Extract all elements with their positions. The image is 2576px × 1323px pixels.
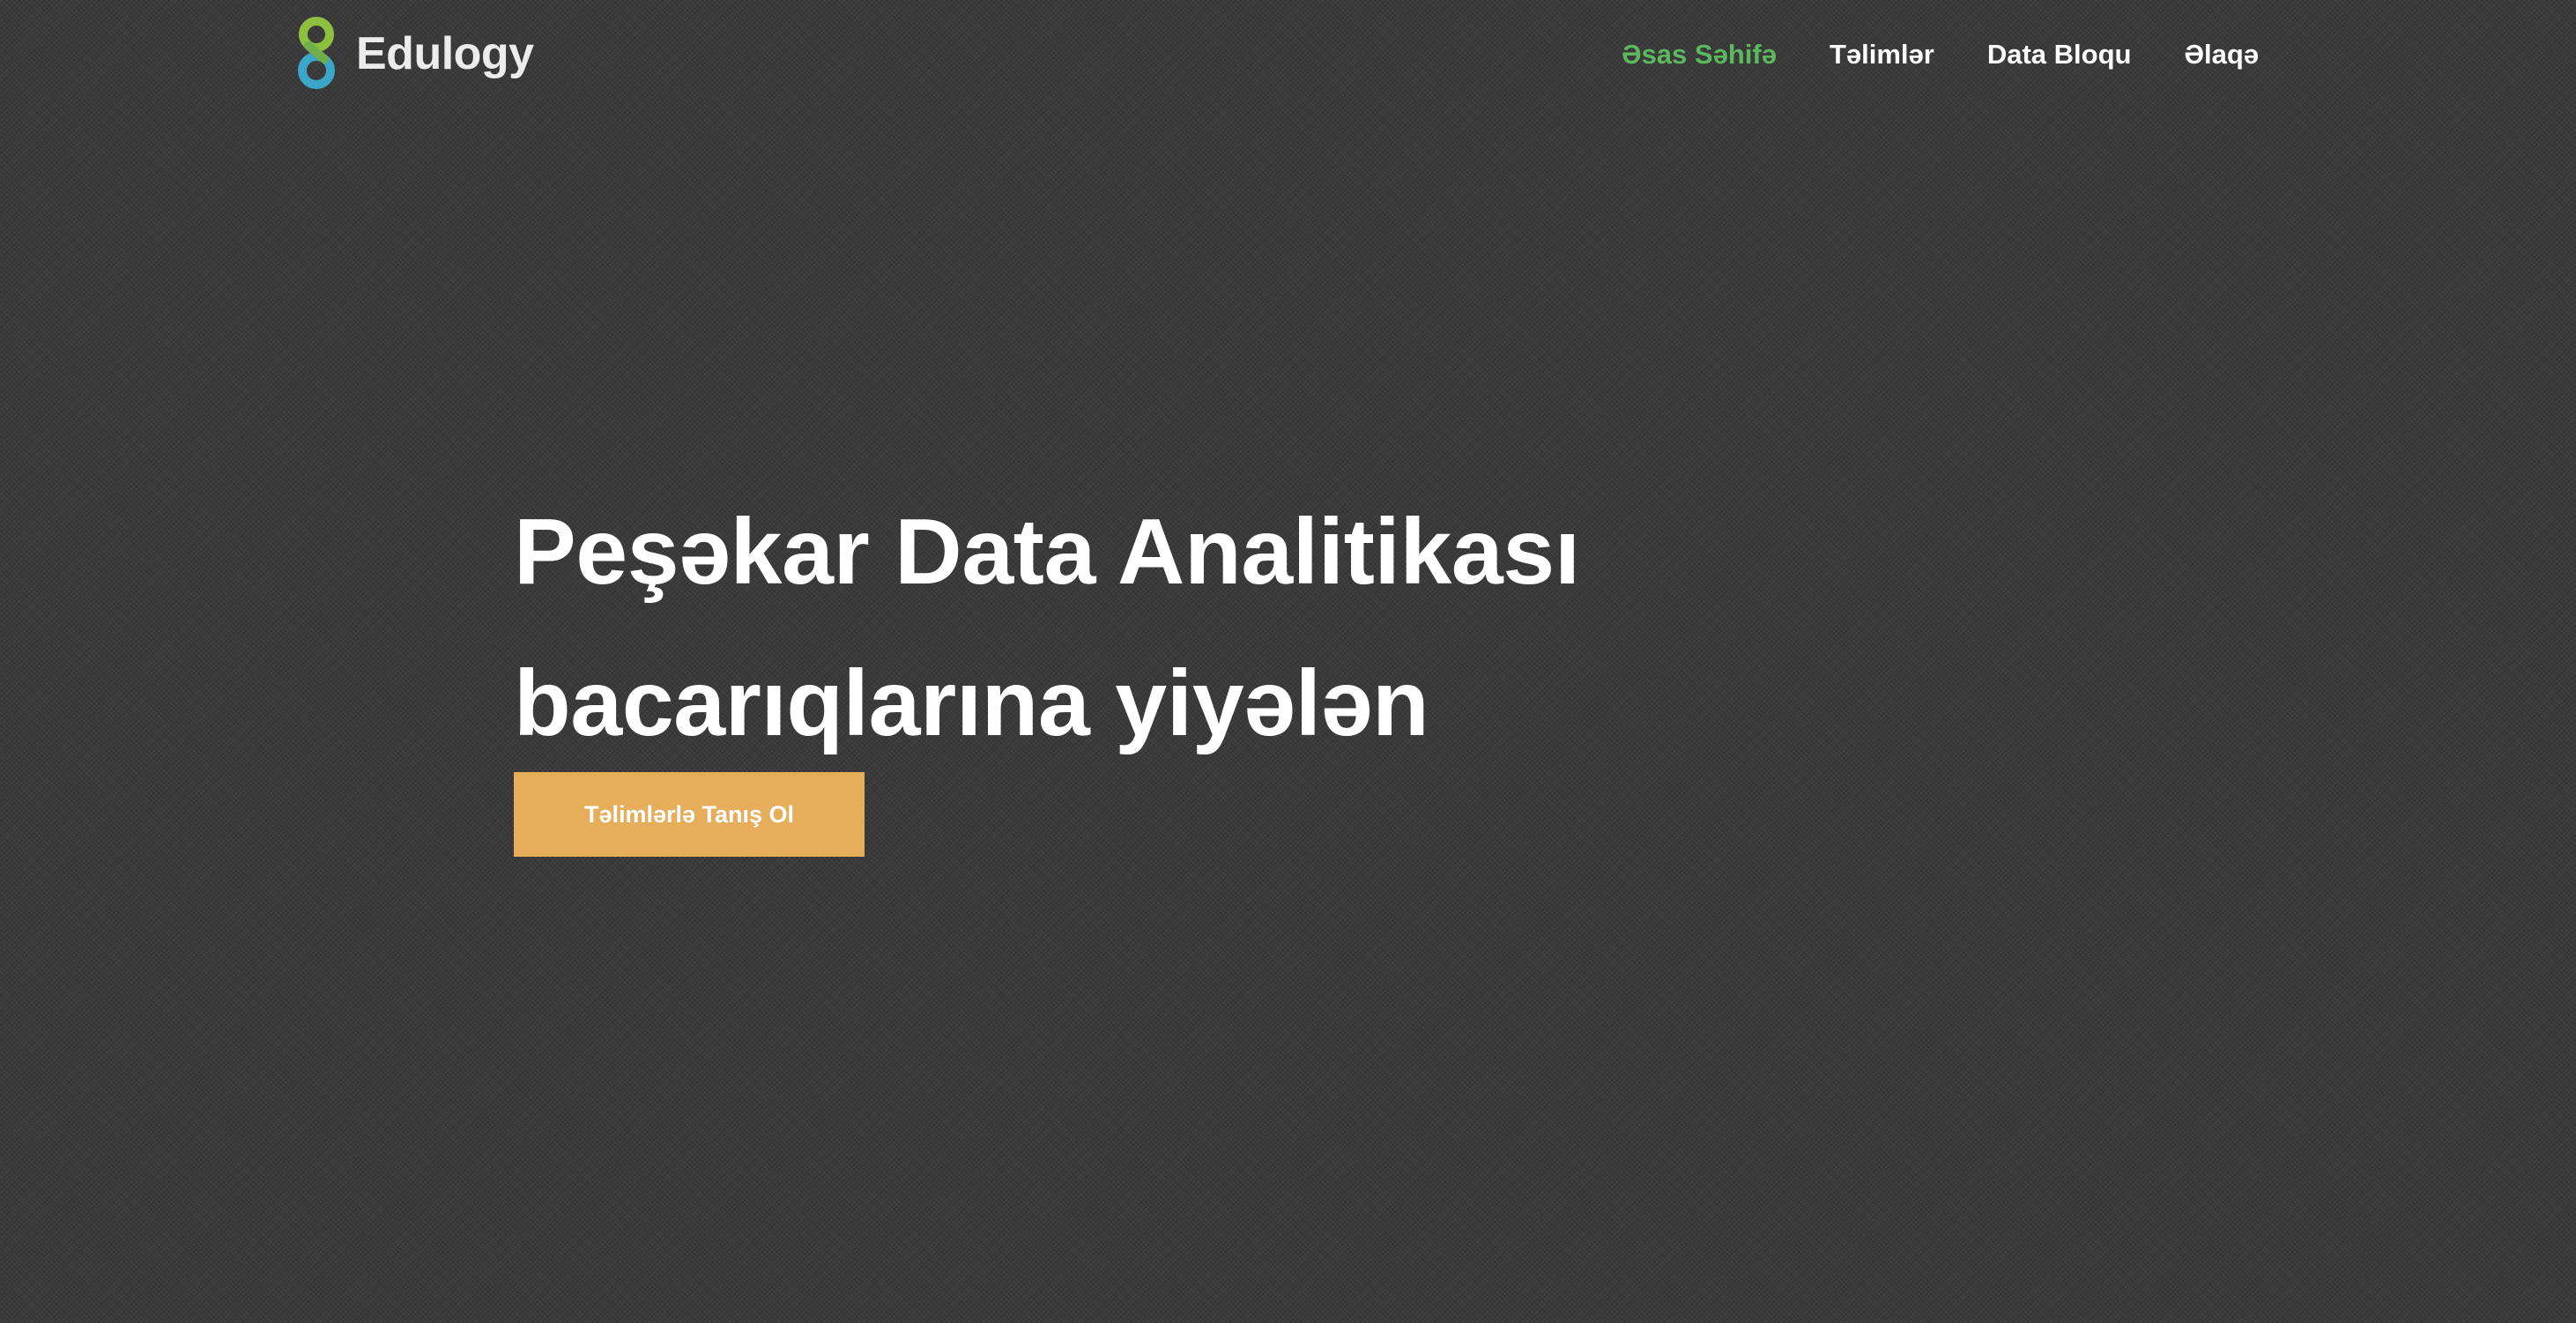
hero-section: Peşəkar Data Analitikası bacarıqlarına y…	[514, 476, 2012, 779]
brand-name: Edulogy	[356, 28, 534, 79]
edulogy-logo-icon	[298, 17, 335, 89]
site-header: Edulogy Əsas Səhifə Təlimlər Data Bloqu …	[0, 0, 2576, 109]
nav-item-contact[interactable]: Əlaqə	[2184, 39, 2259, 71]
nav-item-data-blog[interactable]: Data Bloqu	[1987, 39, 2132, 71]
main-nav: Əsas Səhifə Təlimlər Data Bloqu Əlaqə	[1569, 33, 2259, 76]
hero-title-line-1: Peşəkar Data Analitikası	[514, 500, 1580, 604]
logo-link[interactable]: Edulogy	[289, 12, 534, 95]
hero-title-line-2: bacarıqlarına yiyələn	[514, 651, 1429, 755]
hero-title: Peşəkar Data Analitikası bacarıqlarına y…	[514, 476, 2012, 779]
nav-item-home[interactable]: Əsas Səhifə	[1622, 39, 1777, 71]
explore-trainings-button[interactable]: Təlimlərlə Tanış Ol	[514, 772, 865, 857]
nav-item-trainings[interactable]: Təlimlər	[1830, 39, 1934, 71]
